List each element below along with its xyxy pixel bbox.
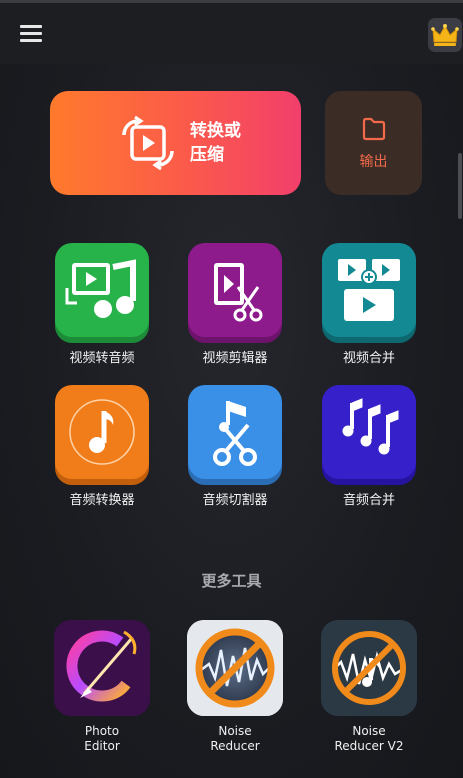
top-app-bar (0, 0, 463, 64)
status-strip (0, 0, 463, 3)
video-to-audio-icon (55, 243, 149, 337)
folder-icon (361, 116, 387, 142)
output-label: 输出 (359, 154, 388, 170)
crown-icon[interactable] (428, 18, 462, 52)
more-tools-title: 更多工具 (201, 572, 262, 590)
convert-compress-button[interactable]: 转换或 压缩 (50, 91, 301, 195)
video-merge-icon (322, 243, 416, 337)
convert-label: 转换或 压缩 (190, 119, 270, 167)
convert-label-line2: 压缩 (190, 145, 224, 165)
audio-merge-icon (322, 385, 416, 479)
video-cutter-icon (188, 243, 282, 337)
app-label-line2: Editor (84, 739, 120, 753)
hamburger-menu-icon[interactable] (20, 25, 42, 43)
app-label: Photo Editor (34, 724, 170, 754)
convert-icon (120, 115, 176, 171)
photo-editor-icon (54, 620, 150, 716)
app-label-line1: Noise (352, 724, 386, 738)
output-button[interactable]: 输出 (325, 91, 422, 195)
app-label-line1: Noise (218, 724, 252, 738)
tool-label: 视频转音频 (69, 351, 135, 366)
tool-label: 音频合并 (342, 493, 395, 508)
tool-label: 视频合并 (342, 351, 395, 366)
app-label: Noise Reducer V2 (301, 724, 437, 754)
audio-cutter-icon (188, 385, 282, 479)
tool-label: 视频剪辑器 (202, 351, 268, 366)
scrollbar[interactable] (458, 153, 462, 219)
convert-label-line1: 转换或 (190, 121, 241, 141)
app-label: Noise Reducer (167, 724, 303, 754)
app-label-line2: Reducer V2 (334, 739, 404, 753)
tool-label: 音频转换器 (69, 493, 135, 508)
noise-reducer-icon (187, 620, 283, 716)
tool-label: 音频切割器 (202, 493, 268, 508)
noise-reducer-v2-icon (321, 620, 417, 716)
audio-converter-icon (55, 385, 149, 479)
app-label-line2: Reducer (210, 739, 260, 753)
app-label-line1: Photo (84, 724, 120, 738)
